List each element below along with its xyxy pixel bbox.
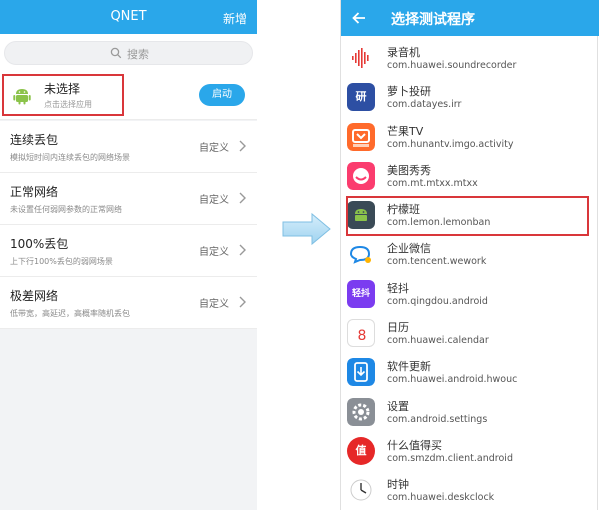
mangotv-logo-icon	[347, 122, 375, 151]
scenario-desc: 未设置任何弱网参数的正常网络	[10, 205, 122, 214]
selected-app-highlight	[346, 196, 589, 236]
wework-logo-icon	[347, 240, 375, 269]
select-app-header: 选择测试程序	[341, 0, 599, 36]
start-button[interactable]: 启动	[199, 84, 245, 106]
customize-link[interactable]: 自定义	[199, 191, 229, 206]
scenario-item[interactable]: 连续丢包 模拟短时间内连续丢包的网络场景 自定义	[0, 121, 257, 173]
search-bar-container: 搜索	[0, 34, 257, 72]
smzdm-logo-icon: 值	[347, 436, 375, 465]
app-list-item[interactable]: 设置 com.android.settings	[341, 394, 599, 433]
add-button[interactable]: 新增	[223, 10, 247, 27]
qingdou-logo-icon: 轻抖	[347, 279, 375, 308]
meitu-logo-icon	[347, 161, 375, 190]
app-package: com.smzdm.client.android	[387, 452, 513, 464]
select-app-screen: 选择测试程序 录音机 com.huawei.soundrecorder 研 萝卜…	[340, 0, 599, 510]
app-name: 美图秀秀	[387, 163, 431, 177]
app-list-item[interactable]: 录音机 com.huawei.soundrecorder	[341, 40, 599, 79]
flow-arrow-icon	[282, 212, 331, 246]
app-package: com.huawei.calendar	[387, 335, 489, 347]
app-name: 时钟	[387, 478, 409, 492]
calendar-icon: 8	[347, 319, 375, 348]
app-package: com.huawei.deskclock	[387, 492, 495, 504]
app-package: com.huawei.soundrecorder	[387, 60, 517, 71]
app-list-item[interactable]: 轻抖 轻抖 com.qingdou.android	[341, 276, 599, 315]
calendar-date-glyph: 8	[357, 328, 367, 345]
app-package: com.huawei.android.hwouc	[387, 374, 518, 386]
waveform-icon	[347, 44, 375, 72]
app-list-item[interactable]: 软件更新 com.huawei.android.hwouc	[341, 354, 599, 393]
app-list-item[interactable]: 时钟 com.huawei.deskclock	[341, 472, 599, 510]
search-input[interactable]: 搜索	[4, 41, 253, 65]
datayes-logo-icon: 研	[347, 83, 375, 112]
scenario-title: 100%丢包	[10, 237, 69, 251]
app-list-item[interactable]: 芒果TV com.hunantv.imgo.activity	[341, 119, 599, 158]
app-name: 轻抖	[387, 281, 409, 295]
app-package: com.datayes.irr	[387, 99, 462, 111]
scenario-title: 正常网络	[10, 185, 59, 199]
scenario-list: 连续丢包 模拟短时间内连续丢包的网络场景 自定义 正常网络 未设置任何弱网参数的…	[0, 121, 257, 329]
customize-link[interactable]: 自定义	[199, 295, 229, 310]
app-name: 日历	[387, 321, 409, 335]
app-title: QNET	[110, 9, 147, 24]
app-name: 什么值得买	[387, 438, 442, 452]
app-list-item[interactable]: 8 日历 com.huawei.calendar	[341, 315, 599, 354]
selected-app-hint: 点击选择应用	[44, 100, 92, 109]
selected-app-name: 未选择	[44, 82, 81, 96]
app-name: 软件更新	[387, 360, 431, 374]
customize-link[interactable]: 自定义	[199, 139, 229, 154]
app-name: 萝卜投研	[387, 85, 431, 99]
smzdm-logo-glyph: 值	[355, 443, 367, 457]
chevron-right-icon	[239, 296, 246, 308]
app-name: 芒果TV	[387, 124, 424, 138]
qnet-main-screen: QNET 新增 搜索 未选择 点击选择应用 启动 连续丢包 模拟短时间内连续丢包…	[0, 0, 257, 510]
app-package: com.android.settings	[387, 413, 488, 425]
selected-app-row[interactable]: 未选择 点击选择应用 启动	[0, 72, 257, 120]
scenario-desc: 模拟短时间内连续丢包的网络场景	[10, 153, 130, 162]
customize-link[interactable]: 自定义	[199, 243, 229, 258]
app-list-item[interactable]: 研 萝卜投研 com.datayes.irr	[341, 79, 599, 118]
datayes-logo-glyph: 研	[355, 90, 367, 104]
page-title: 选择测试程序	[391, 12, 475, 28]
search-placeholder: 搜索	[127, 48, 149, 61]
clock-icon	[347, 476, 375, 505]
search-icon	[110, 47, 122, 59]
scenario-item[interactable]: 100%丢包 上下行100%丢包的弱网场景 自定义	[0, 225, 257, 277]
scenario-title: 连续丢包	[10, 133, 59, 147]
qnet-header: QNET 新增	[0, 0, 257, 34]
screenshot-root: QNET 新增 搜索 未选择 点击选择应用 启动 连续丢包 模拟短时间内连续丢包…	[0, 0, 600, 510]
gear-icon	[347, 397, 375, 426]
app-name: 设置	[387, 399, 409, 413]
scenario-desc: 上下行100%丢包的弱网场景	[10, 257, 113, 266]
qingdou-logo-glyph: 轻抖	[351, 288, 370, 299]
scenario-item[interactable]: 正常网络 未设置任何弱网参数的正常网络 自定义	[0, 173, 257, 225]
app-package: com.qingdou.android	[387, 295, 488, 307]
scenario-desc: 低带宽，高延迟，高概率随机丢包	[10, 309, 130, 318]
app-package: com.tencent.wework	[387, 256, 487, 268]
app-package: com.mt.mtxx.mtxx	[387, 177, 478, 189]
update-icon	[347, 358, 375, 387]
app-list-item[interactable]: 企业微信 com.tencent.wework	[341, 236, 599, 275]
chevron-right-icon	[239, 140, 246, 152]
scenario-title: 极差网络	[10, 289, 59, 303]
chevron-right-icon	[239, 192, 246, 204]
scenario-item[interactable]: 极差网络 低带宽，高延迟，高概率随机丢包 自定义	[0, 277, 257, 329]
app-name: 录音机	[387, 46, 420, 59]
chevron-right-icon	[239, 244, 246, 256]
app-list-item[interactable]: 值 什么值得买 com.smzdm.client.android	[341, 433, 599, 472]
android-icon	[13, 89, 31, 105]
app-name: 企业微信	[387, 242, 431, 256]
app-package: com.hunantv.imgo.activity	[387, 138, 514, 150]
back-arrow-icon[interactable]	[351, 10, 367, 26]
app-list: 录音机 com.huawei.soundrecorder 研 萝卜投研 com.…	[341, 40, 599, 510]
app-list-item[interactable]: 美图秀秀 com.mt.mtxx.mtxx	[341, 158, 599, 197]
